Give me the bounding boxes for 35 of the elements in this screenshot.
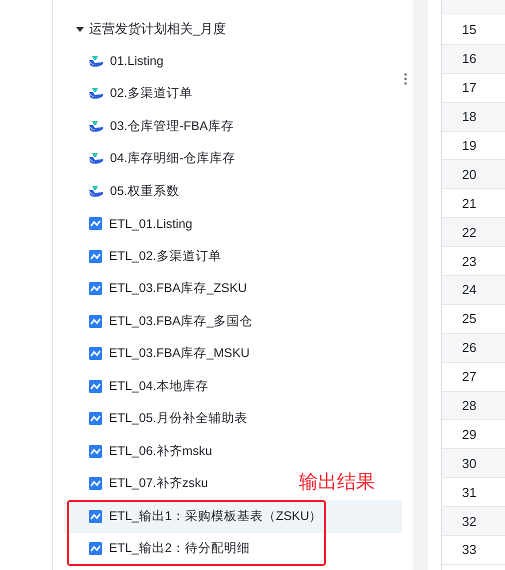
row-number: 32 bbox=[442, 507, 505, 536]
row-number: 16 bbox=[442, 44, 505, 74]
swoosh-icon bbox=[89, 120, 103, 132]
row-number: 30 bbox=[442, 449, 505, 478]
row-number: 20 bbox=[442, 160, 505, 190]
swoosh-icon bbox=[89, 153, 103, 164]
tree-item[interactable]: ETL_01.Listing bbox=[64, 208, 198, 240]
tree-item[interactable]: 05.权重系数 bbox=[64, 175, 186, 208]
swoosh-icon bbox=[89, 186, 103, 197]
row-number: 22 bbox=[442, 218, 505, 248]
row-number: 24 bbox=[442, 276, 505, 305]
tree-item[interactable]: ETL_02.多渠道订单 bbox=[64, 240, 228, 272]
tree-item[interactable]: ETL_03.FBA库存_MSKU bbox=[64, 338, 256, 370]
row-number: 18 bbox=[442, 102, 505, 132]
annotation-text: 输出结果 bbox=[299, 471, 375, 495]
tree-item[interactable]: 04.库存明细-仓库库存 bbox=[64, 142, 242, 175]
folder-label[interactable]: 运营发货计划相关_月度 bbox=[89, 20, 226, 38]
more-icon[interactable] bbox=[404, 73, 407, 85]
swoosh-icon bbox=[89, 88, 103, 100]
caret-icon[interactable] bbox=[76, 26, 84, 32]
tree-item[interactable]: ETL_04.本地库存 bbox=[64, 370, 214, 402]
row-number: 26 bbox=[442, 334, 505, 363]
tree-item[interactable]: ETL_05.月份补全辅助表 bbox=[64, 402, 254, 435]
tree-item[interactable]: ETL_输出1：采购模板基表（ZSKU） bbox=[64, 500, 402, 532]
swoosh-icon bbox=[89, 56, 103, 67]
tree-item[interactable]: ETL_03.FBA库存_多国仓 bbox=[64, 305, 259, 338]
tree-item[interactable]: ETL_输出2：待分配明细 bbox=[64, 532, 256, 565]
tree-item[interactable]: ETL_03.FBA库存_ZSKU bbox=[64, 272, 253, 305]
tree-item[interactable]: 01.Listing bbox=[64, 45, 170, 78]
tree-item[interactable]: ETL_06.补齐msku bbox=[64, 435, 218, 468]
row-number: 33 bbox=[442, 536, 505, 565]
row-number: 28 bbox=[442, 392, 505, 420]
tree-item[interactable]: ETL_07.补齐zsku bbox=[64, 468, 214, 500]
tree-item[interactable]: 02.多渠道订单 bbox=[64, 78, 198, 110]
tree-item[interactable]: 03.仓库管理-FBA库存 bbox=[64, 110, 240, 142]
